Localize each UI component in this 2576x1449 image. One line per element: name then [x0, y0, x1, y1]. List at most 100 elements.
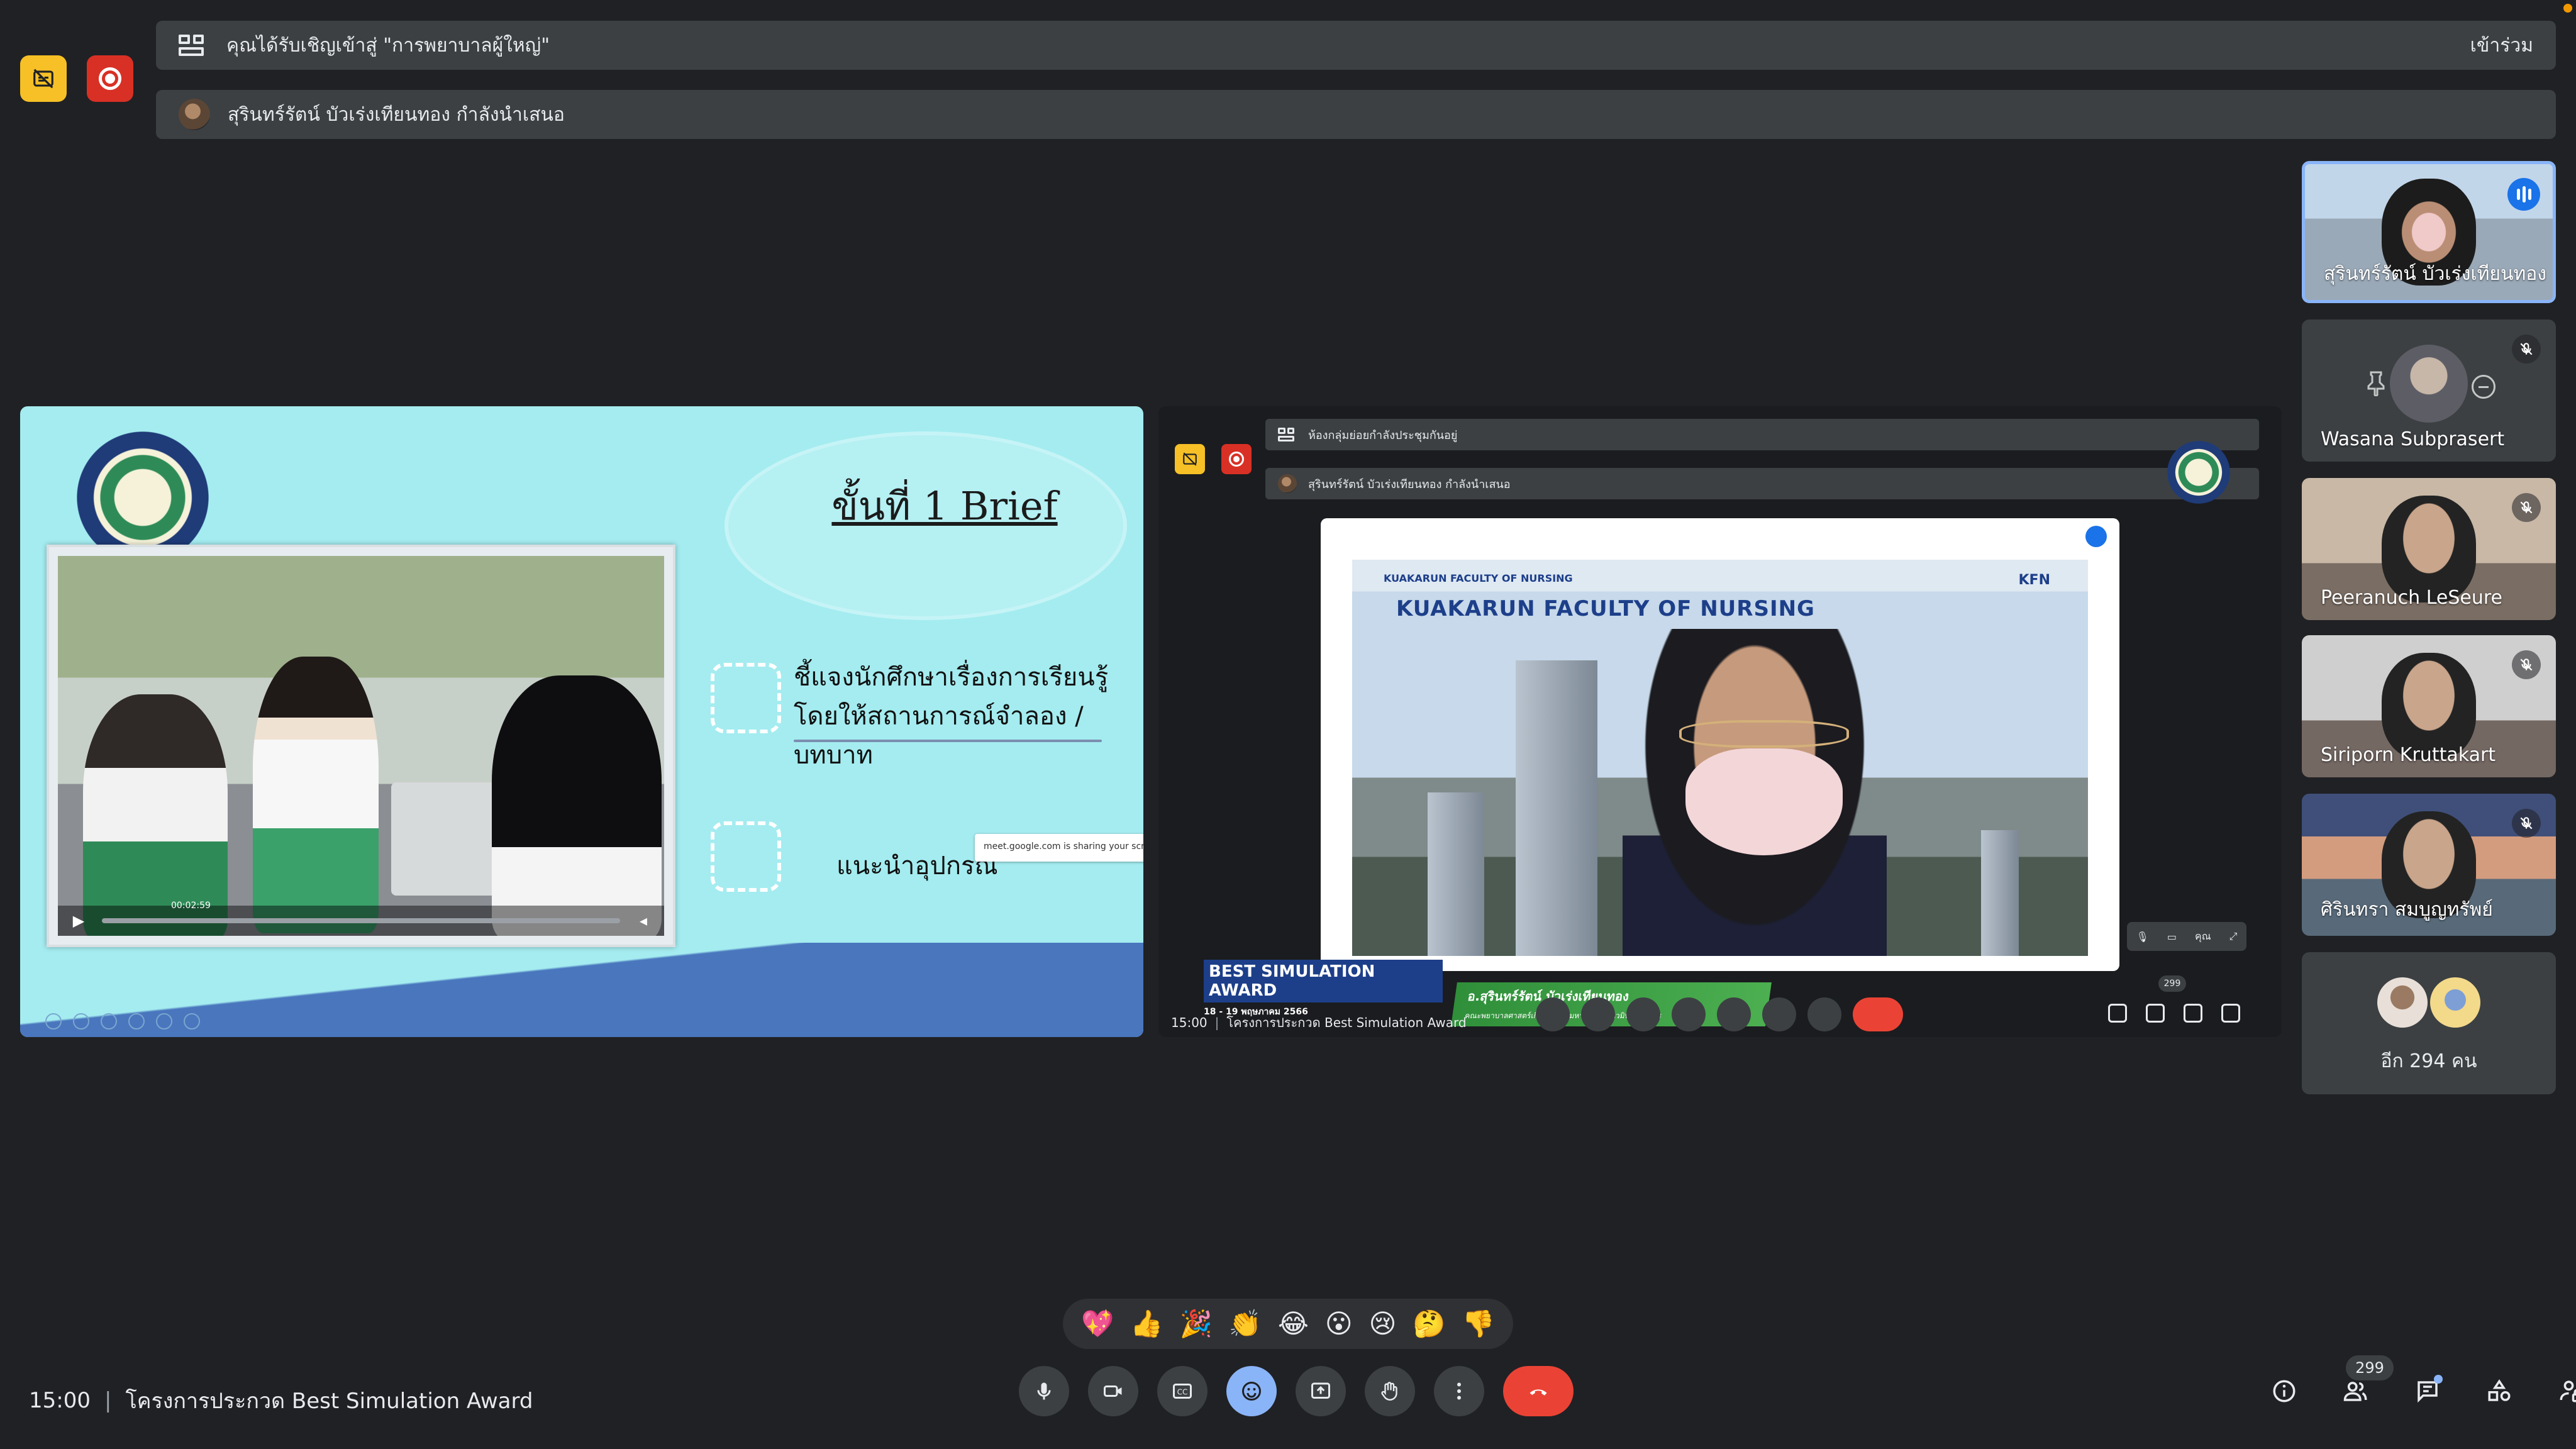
avatar	[2430, 977, 2480, 1028]
chat-icon	[2184, 1004, 2202, 1023]
camera-button[interactable]	[1088, 1366, 1138, 1416]
leave-call-button[interactable]	[1503, 1366, 1574, 1416]
captions-icon: CC	[1173, 1384, 1192, 1399]
captions-button[interactable]: CC	[1157, 1366, 1208, 1416]
reaction-laugh[interactable]: 😂	[1278, 1311, 1309, 1337]
end-call-icon	[1530, 1389, 1547, 1396]
shared-presenting-notice: สุรินทร์รัตน์ บัวเร่งเทียนทอง กำลังนำเสน…	[1265, 468, 2259, 499]
reaction-surprised[interactable]: 😮	[1325, 1311, 1353, 1337]
participant-tile[interactable]: Peeranuch LeSeure	[2302, 478, 2556, 620]
reaction-thumbs-up[interactable]: 👍	[1130, 1311, 1163, 1337]
expand-icon: ⤢	[2229, 930, 2238, 942]
join-breakout-button[interactable]: เข้าร่วม	[2470, 31, 2533, 60]
shared-call-controls	[1536, 997, 1903, 1031]
avatar	[2377, 977, 2428, 1028]
record-icon	[1229, 452, 1244, 467]
activities-button[interactable]	[2479, 1371, 2519, 1411]
reactions-bar: 💖 👍 🎉 👏 😂 😮 😢 🤔 👎	[1063, 1299, 1513, 1349]
recording-indicator[interactable]	[87, 55, 133, 102]
faculty-logo	[2167, 441, 2230, 504]
reaction-clap[interactable]: 👏	[1229, 1311, 1262, 1337]
captions-off-indicator[interactable]	[20, 55, 67, 102]
pen-icon[interactable]	[101, 1013, 117, 1030]
present-icon	[1717, 997, 1751, 1031]
video-progress[interactable]: 00:02:59	[102, 901, 620, 923]
shared-meeting-title: โครงการประกวด Best Simulation Award	[1226, 1015, 1467, 1030]
reaction-thinking[interactable]: 🤔	[1413, 1311, 1445, 1337]
separator: |	[104, 1388, 112, 1413]
reactions-button[interactable]	[1226, 1366, 1277, 1416]
shared-screen-tile[interactable]: ห้องกลุ่มย่อยกำลังประชุมกันอยู่ สุรินทร์…	[1158, 406, 2282, 1037]
breakout-rooms-icon	[179, 35, 204, 56]
slide-bullet-1: ชี้แจงนักศึกษาเรื่องการเรียนรู้โดยให้สถา…	[794, 663, 1109, 770]
mic-off-icon	[2512, 493, 2541, 522]
participant-name: สุรินทร์รัตน์ บัวเร่งเทียนทอง	[2324, 263, 2546, 285]
shared-tile-controls: 🎙 ▭ คุณ ⤢	[2127, 922, 2246, 951]
present-icon	[1311, 1382, 1330, 1399]
zoom-icon[interactable]	[156, 1013, 172, 1030]
play-icon[interactable]: ▶	[68, 910, 89, 931]
host-controls-button[interactable]	[2551, 1371, 2576, 1411]
reaction-party[interactable]: 🎉	[1179, 1311, 1212, 1337]
video-person	[492, 675, 662, 936]
raise-hand-icon	[1762, 997, 1796, 1031]
screen-share-toast: meet.google.com is sharing your screen.	[975, 834, 1143, 862]
award-title: BEST SIMULATION AWARD	[1204, 960, 1443, 1002]
people-button[interactable]	[2336, 1371, 2376, 1411]
more-icon[interactable]	[184, 1013, 200, 1030]
meeting-info: 15:00 | โครงการประกวด Best Simulation Aw…	[29, 1384, 533, 1418]
faculty-logo	[77, 431, 209, 564]
others-tile[interactable]: อีก 294 คน	[2302, 952, 2556, 1094]
activities-icon	[2221, 1004, 2240, 1023]
participant-tile[interactable]: Wasana Subprasert	[2302, 319, 2556, 462]
participant-tile[interactable]: Siriporn Kruttakart	[2302, 635, 2556, 777]
unread-dot	[2434, 1375, 2443, 1384]
slide-toolbar	[45, 1013, 200, 1030]
call-controls: CC	[1019, 1366, 1574, 1416]
present-button[interactable]	[1296, 1366, 1346, 1416]
presentation-tile[interactable]: ▶ 00:02:59 ◂ ขั้นที่ 1 Brief ชี้แจงนักศึ…	[20, 406, 1143, 1037]
chat-button[interactable]	[2407, 1371, 2448, 1411]
reaction-sad[interactable]: 😢	[1369, 1311, 1397, 1337]
participant-tile[interactable]: ศิรินทรา สมบูญทรัพย์	[2302, 794, 2556, 936]
building	[1981, 830, 2019, 956]
prev-slide-icon[interactable]	[45, 1013, 62, 1030]
shared-breakout-notice: ห้องกลุ่มย่อยกำลังประชุมกันอยู่	[1265, 419, 2259, 450]
building	[1428, 792, 1484, 956]
breakout-rooms-icon	[1278, 428, 1294, 441]
shared-captions-indicator	[1175, 444, 1205, 474]
next-slide-icon[interactable]	[73, 1013, 89, 1030]
presenting-text: สุรินทร์รัตน์ บัวเร่งเทียนทอง กำลังนำเสน…	[228, 103, 565, 126]
info-icon	[2273, 1380, 2296, 1402]
reaction-thumbs-down[interactable]: 👎	[1462, 1311, 1495, 1337]
microphone-button[interactable]	[1019, 1366, 1069, 1416]
more-vert-icon	[1457, 1382, 1461, 1400]
meeting-details-button[interactable]	[2264, 1371, 2304, 1411]
participant-tile[interactable]: สุรินทร์รัตน์ บัวเร่งเทียนทอง	[2302, 161, 2556, 303]
side-panel-controls	[2264, 1371, 2576, 1411]
breakout-invite-banner: คุณได้รับเชิญเข้าสู่ "การพยาบาลผู้ใหญ่" …	[156, 21, 2556, 70]
remove-icon[interactable]	[2472, 375, 2496, 399]
volume-icon[interactable]: ◂	[633, 910, 654, 931]
speaker-video: KUAKARUN FACULTY OF NURSING KFN KUAKARUN…	[1321, 518, 2119, 971]
pin-icon[interactable]	[2367, 371, 2385, 396]
more-options-button[interactable]	[1434, 1366, 1484, 1416]
raise-hand-button[interactable]	[1365, 1366, 1415, 1416]
self-label: คุณ	[2195, 930, 2211, 942]
mic-icon	[1037, 1382, 1051, 1400]
lock-person-icon	[2560, 1380, 2576, 1402]
notification-dot	[2563, 4, 2572, 13]
reaction-heart[interactable]: 💖	[1081, 1311, 1114, 1337]
speaker-mask	[1685, 748, 1843, 855]
mic-off-icon	[2512, 650, 2541, 679]
bullet-underline	[794, 740, 1102, 742]
participant-name: Siriporn Kruttakart	[2321, 744, 2496, 766]
others-count-label: อีก 294 คน	[2380, 1050, 2477, 1072]
slide-video[interactable]: ▶ 00:02:59 ◂	[47, 545, 675, 947]
speaker-glasses	[1679, 720, 1849, 748]
info-icon	[2108, 1004, 2127, 1023]
breakout-invite-text: คุณได้รับเชิญเข้าสู่ "การพยาบาลผู้ใหญ่"	[226, 34, 550, 57]
more-icon	[1807, 997, 1841, 1031]
bullet-box	[711, 663, 781, 733]
slides-grid-icon[interactable]	[128, 1013, 145, 1030]
